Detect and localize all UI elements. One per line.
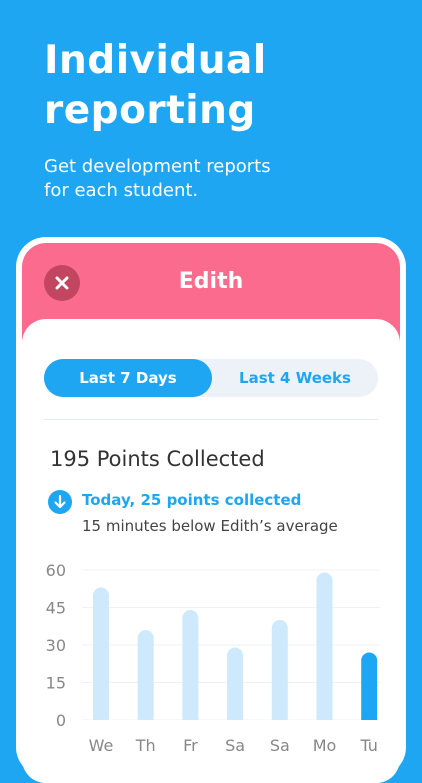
bar-mo-5[interactable] (316, 572, 333, 729)
tab-last-4-weeks[interactable]: Last 4 Weeks (212, 359, 378, 397)
y-tick-label: 15 (46, 674, 66, 693)
points-collected: 195 Points Collected (50, 447, 265, 471)
promo-headline-line1: Individual (44, 38, 267, 83)
today-points: Today, 25 points collected (82, 491, 302, 509)
x-tick-label: Tu (359, 736, 377, 755)
promo-subtitle: Get development reports for each student… (44, 155, 271, 203)
y-tick-label: 45 (46, 599, 66, 618)
x-tick-label: Th (135, 736, 156, 755)
baseline-mask (77, 720, 397, 732)
tab-last-7-days[interactable]: Last 7 Days (44, 359, 212, 397)
promo-headline: Individual reporting (44, 36, 267, 136)
y-tick-label: 30 (46, 636, 66, 655)
x-tick-label: We (89, 736, 114, 755)
student-name: Edith (178, 269, 244, 294)
promo-headline-line2: reporting (44, 88, 256, 133)
x-tick-label: Fr (183, 736, 198, 755)
x-tick-label: Sa (225, 736, 245, 755)
bar-tu-6[interactable] (361, 652, 378, 729)
bar-fr-2[interactable] (182, 610, 199, 728)
y-tick-label: 0 (56, 711, 66, 730)
bar-we-0[interactable] (93, 587, 109, 729)
promo-subtitle-line1: Get development reports (44, 156, 271, 177)
promo-subtitle-line2: for each student. (44, 180, 199, 201)
y-tick-label: 60 (46, 561, 66, 580)
report-content: Last 7 Days Last 4 Weeks 195 Points Coll… (22, 319, 400, 783)
phone-screen: Edith Last 7 Days Last 4 Weeks 195 Point… (22, 243, 400, 783)
bar-th-1[interactable] (137, 630, 154, 728)
divider (44, 419, 378, 420)
x-tick-label: Sa (270, 736, 290, 755)
points-bar-chart: 0 15 30 45 60 We Th Fr Sa Sa Mo Tu (46, 561, 397, 755)
x-tick-label: Mo (313, 736, 337, 755)
bar-sa-3[interactable] (227, 647, 244, 729)
arrow-down-circle-icon (48, 490, 72, 514)
period-selector: Last 7 Days Last 4 Weeks (44, 359, 378, 397)
bar-sa-4[interactable] (271, 620, 288, 728)
average-comparison: 15 minutes below Edith’s average (82, 517, 338, 535)
